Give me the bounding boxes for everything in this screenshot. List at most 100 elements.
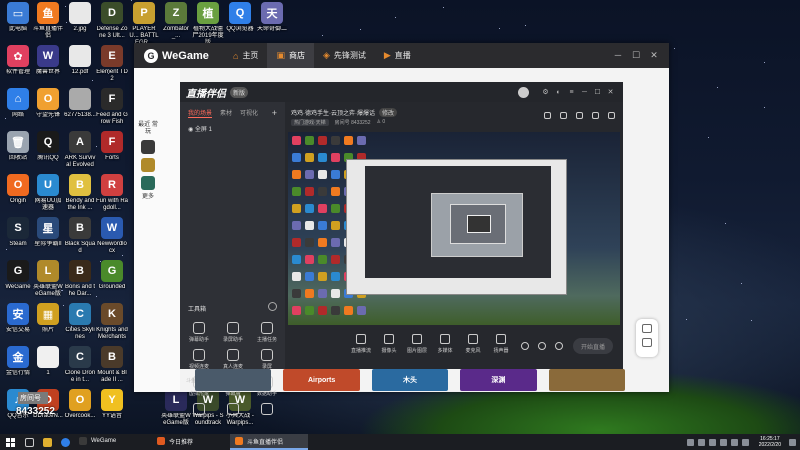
taskbar-app[interactable]: WeGame [74,434,152,450]
tray-icon[interactable] [708,438,716,446]
desktop-icon[interactable]: 植植物大战僵尸2019年度版 [192,2,224,47]
desktop-icon[interactable]: C Cities Skylines [64,303,96,341]
tab-live[interactable]: ▶ 直播 [375,43,420,68]
clock[interactable]: 16:25:17 2022/2/20 [759,436,781,448]
category-tag[interactable]: 热门游戏·天梯 [291,119,329,126]
add-scene-icon[interactable]: + [272,108,277,118]
source-control-button[interactable]: 多媒体 [431,334,459,354]
source-control-button[interactable]: 直播推流 [347,334,375,354]
volume-icon[interactable] [730,438,738,446]
desktop-icon[interactable]: Q 腾讯QQ [32,131,64,162]
toolbox-item[interactable]: 录屏 [250,349,284,370]
start-live-button[interactable]: 开始直播 [573,338,613,354]
toolbox-item[interactable] [216,403,250,417]
desktop-icon[interactable]: ✿ 软件管理 [2,45,34,76]
edit-icon[interactable] [576,112,583,119]
desktop-icon[interactable]: O 守望先锋 [32,88,64,119]
taskbar-app[interactable]: 今日推荐 [152,434,230,450]
toolbox-item[interactable]: 主播任务 [250,322,284,343]
desktop-icon[interactable]: B Bendy and the Ink ... [64,174,96,212]
task-view-icon[interactable] [20,434,38,450]
minimize-icon[interactable]: ─ [578,89,591,96]
desktop-icon[interactable]: D Defense Zone 3 Ult... [96,2,128,40]
desktop-icon[interactable]: PPLAYERU... BATTLEGR... [128,2,160,47]
desktop-icon[interactable]: K Knights and Merchants [96,303,128,341]
source-control-button[interactable]: 图片图层 [403,334,431,354]
ime-icon[interactable] [741,438,749,446]
settings-icon[interactable] [555,342,563,350]
menu-icon[interactable]: ≡ [565,89,578,96]
desktop-icon[interactable]: B Bonis and the Dar... [64,260,96,298]
browser-icon[interactable] [56,434,74,450]
desktop-icon[interactable]: Z Zombator_... [160,2,192,40]
game-thumbnail[interactable] [195,369,272,391]
desktop-icon[interactable]: O Overcook... [64,389,96,420]
recent-game-icon[interactable] [141,158,155,172]
taskbar-app[interactable]: 斗鱼直播伴侣 [230,434,308,450]
desktop-icon[interactable]: 鱼斗鱼直播伴侣 [32,2,64,40]
desktop-icon[interactable]: W 魔兽世界 [32,45,64,76]
desktop-icon[interactable]: A ARK Survival Evolved [64,131,96,169]
grid-icon[interactable] [592,112,599,119]
more-link[interactable]: 更多 [136,194,160,201]
desktop-icon[interactable]: G Grounded [96,260,128,291]
desktop-icon[interactable]: 星星际争霸II [32,217,64,248]
desktop-icon[interactable]: 🗑 回收站 [2,131,34,162]
scene-item[interactable]: ◉ 全屏 1 [180,118,285,139]
recent-game-icon[interactable] [141,140,155,154]
desktop-icon[interactable]: 1 [32,346,64,377]
desktop-icon[interactable]: ▭ 此电脑 [2,2,34,33]
tab-pioneer-test[interactable]: ◈ 先锋测试 [314,43,375,68]
desktop-icon[interactable]: U 网易UU加速器 [32,174,64,212]
game-thumbnail[interactable] [548,369,626,391]
skin-icon[interactable]: ◐ [552,89,565,96]
toolbox-item[interactable] [250,403,284,417]
desktop-icon[interactable]: Q QQ浏览器 [224,2,256,33]
notification-icon[interactable] [789,438,796,446]
toolbox-item[interactable] [182,403,216,417]
start-button[interactable] [0,434,20,450]
edit-title-button[interactable]: 修改 [379,108,398,117]
settings-icon[interactable]: ⚙ [539,88,552,96]
eye-icon[interactable]: ◉ [188,127,193,133]
game-thumbnail[interactable]: 深渊 [460,369,537,391]
folder-icon[interactable] [38,434,56,450]
recent-game-icon[interactable] [141,176,155,190]
desktop-icon[interactable]: G WeGame [2,260,34,291]
wegame-logo[interactable]: G WeGame [144,48,224,63]
tab-materials[interactable]: 素材 [220,108,232,118]
tray-icon[interactable] [697,438,705,446]
network-icon[interactable] [719,438,727,446]
desktop-icon[interactable]: B Black Squad [64,217,96,255]
desktop-icon[interactable]: 天天命奇御二 [256,2,288,33]
toolbox-item[interactable]: 视频连麦 [182,349,216,370]
desktop-icon[interactable]: F Forts [96,131,128,162]
avatar[interactable] [518,86,529,98]
minimize-icon[interactable]: ─ [609,50,627,61]
tab-store[interactable]: ▣ 商店 [267,43,314,68]
tab-visual[interactable]: 可视化 [240,108,258,118]
desktop-icon[interactable]: ⌂ 网络 [2,88,34,119]
toolbox-settings-icon[interactable] [268,302,277,311]
sound-icon[interactable] [538,342,546,350]
tab-my-scenes[interactable]: 我的场景 [188,108,213,118]
bag-icon[interactable] [560,112,567,119]
maximize-icon[interactable]: ☐ [591,88,604,96]
desktop-icon[interactable]: ▦ 照片 [32,303,64,334]
game-thumbnail[interactable]: 木头 [371,369,449,391]
desktop-icon[interactable]: W Newwordlocx [96,217,128,255]
desktop-icon[interactable]: R Fun with Ragdoll... [96,174,128,212]
tab-home[interactable]: ⌂ 主页 [224,43,267,68]
source-control-button[interactable]: 扬声器 [487,334,515,354]
desktop-icon[interactable]: E Element TD 2 [96,45,128,83]
game-thumbnail[interactable]: Airports [283,369,360,391]
record-icon[interactable] [521,342,529,350]
share-icon[interactable] [608,112,615,119]
toolbox-item[interactable]: 弹幕助手 [182,322,216,343]
desktop-icon[interactable]: 62775138... [64,88,96,119]
desktop-icon[interactable]: 2.jpg [64,2,96,33]
desktop-icon[interactable]: F Feed and Grow Fish [96,88,128,126]
lock-icon[interactable] [544,112,551,119]
close-icon[interactable]: ✕ [645,50,663,61]
desktop-icon[interactable]: O Origin [2,174,34,205]
